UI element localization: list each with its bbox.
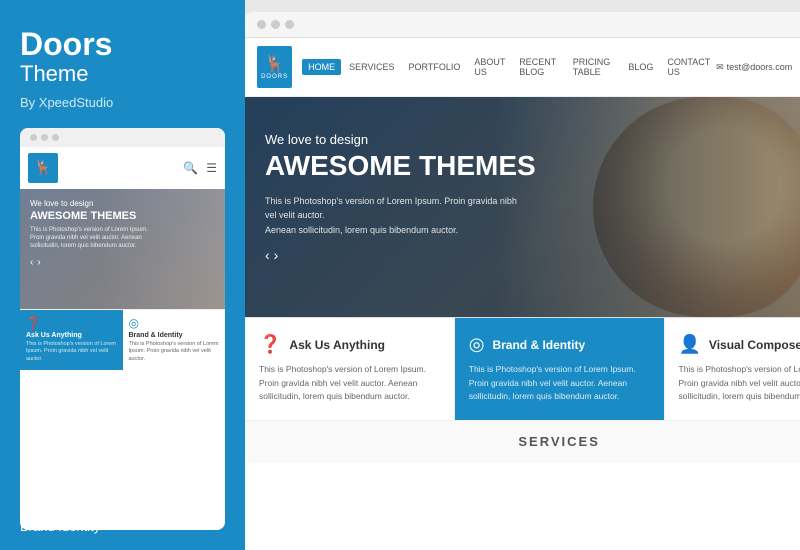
hero-prev-arrow[interactable]: ‹ — [265, 247, 270, 263]
main-nav-menu: HOME SERVICES PORTFOLIO ABOUT US RECENT … — [302, 54, 716, 80]
nav-item-services[interactable]: SERVICES — [343, 59, 400, 75]
card-desc-brand: This is Photoshop's version of Lorem Ips… — [469, 363, 650, 404]
mini-card-title-0: Ask Us Anything — [26, 332, 117, 339]
mini-logo: 🦌 — [28, 153, 58, 183]
main-card-header-0: ❓ Ask Us Anything — [259, 334, 440, 355]
nav-item-pricing[interactable]: PRICING TABLE — [567, 54, 621, 80]
main-hero-content: We love to design awesome THEMES This is… — [245, 97, 800, 298]
nav-item-blog2[interactable]: BLOG — [622, 59, 659, 75]
card-title-brand: Brand & Identity — [492, 338, 585, 352]
left-panel: Doors Theme By XpeedStudio 🦌 🔍 ☰ — [0, 0, 245, 550]
hero-arrows: ‹ › — [265, 247, 800, 263]
main-nav-right: ✉ test@doors.com 📞 (123) 456-7890 🔍 — [716, 52, 800, 82]
card-desc-visual: This is Photoshop's version of Lorem Ips… — [679, 363, 800, 404]
hero-desc-line2: Aenean sollicitudin, lorem quis bibendum… — [265, 225, 458, 235]
main-dot-3 — [285, 20, 294, 29]
card-title-ask: Ask Us Anything — [289, 338, 385, 352]
hero-small-text: We love to design — [265, 132, 800, 147]
main-card-visual: 👤 Visual Composer This is Photoshop's ve… — [665, 318, 800, 420]
brand-title: Doors — [20, 28, 225, 60]
main-logo-text: DOORS — [261, 74, 288, 80]
mini-browser-mockup: 🦌 🔍 ☰ We love to design awesome THEMES T… — [20, 128, 225, 530]
nav-item-contact[interactable]: CONTACT US — [661, 54, 716, 80]
card-desc-ask: This is Photoshop's version of Lorem Ips… — [259, 363, 440, 404]
mini-card-desc-0: This is Photoshop's version of Lorem Ips… — [26, 341, 117, 364]
brand-identity-label: Brand Identity — [20, 519, 100, 534]
services-label: SERVICES — [518, 434, 600, 449]
main-hero: We love to design awesome THEMES This is… — [245, 97, 800, 317]
mini-hero-arrows: ‹ › — [30, 257, 215, 268]
mini-browser-content: 🦌 🔍 ☰ We love to design awesome THEMES T… — [20, 147, 225, 530]
mini-dot-2 — [41, 134, 48, 141]
services-footer: SERVICES — [245, 420, 800, 463]
mini-dot-3 — [52, 134, 59, 141]
nav-item-about[interactable]: ABOUT US — [468, 54, 511, 80]
main-nav: 🦌 DOORS HOME SERVICES PORTFOLIO ABOUT US… — [245, 38, 800, 97]
hero-next-arrow[interactable]: › — [274, 247, 279, 263]
nav-item-blog[interactable]: RECENT BLOG — [513, 54, 565, 80]
brand-by: By XpeedStudio — [20, 95, 225, 110]
hero-big-text: awesome THEMES — [265, 151, 800, 182]
card-icon-brand: ◎ — [469, 334, 485, 355]
main-dot-1 — [257, 20, 266, 29]
card-title-visual: Visual Composer — [709, 338, 800, 352]
mini-card-0: ❓ Ask Us Anything This is Photoshop's ve… — [20, 309, 123, 370]
mini-card-desc-1: This is Photoshop's version of Lorem Ips… — [129, 341, 220, 364]
main-card-header-2: 👤 Visual Composer — [679, 334, 800, 355]
mini-next-arrow[interactable]: › — [37, 257, 40, 268]
mini-hero-big: awesome THEMES — [30, 210, 215, 222]
mini-search-icon: 🔍 — [183, 161, 198, 175]
nav-item-portfolio[interactable]: PORTFOLIO — [403, 59, 467, 75]
mini-card-1: ◎ Brand & Identity This is Photoshop's v… — [123, 309, 226, 370]
main-card-header-1: ◎ Brand & Identity — [469, 334, 650, 355]
main-browser: 🦌 DOORS HOME SERVICES PORTFOLIO ABOUT US… — [245, 12, 800, 550]
main-card-brand: ◎ Brand & Identity This is Photoshop's v… — [455, 318, 665, 420]
mini-hero-desc: This is Photoshop's version of Lorem Ips… — [30, 226, 150, 251]
nav-email: ✉ test@doors.com — [716, 62, 792, 73]
main-logo: 🦌 DOORS — [257, 46, 292, 88]
mini-card-icon-0: ❓ — [26, 316, 117, 330]
right-panel: 🦌 DOORS HOME SERVICES PORTFOLIO ABOUT US… — [245, 0, 800, 550]
mini-dot-1 — [30, 134, 37, 141]
mini-deer-icon: 🦌 — [34, 159, 51, 176]
mini-prev-arrow[interactable]: ‹ — [30, 257, 33, 268]
card-icon-ask: ❓ — [259, 334, 281, 355]
mini-card-title-1: Brand & Identity — [129, 332, 220, 339]
hero-desc: This is Photoshop's version of Lorem Ips… — [265, 194, 525, 237]
email-text: test@doors.com — [727, 62, 793, 72]
main-browser-bar — [245, 12, 800, 38]
mini-hero-small: We love to design — [30, 199, 215, 208]
mini-nav: 🦌 🔍 ☰ — [20, 147, 225, 189]
nav-item-home[interactable]: HOME — [302, 59, 341, 75]
main-deer-icon: 🦌 — [265, 54, 285, 74]
mini-hero: We love to design awesome THEMES This is… — [20, 189, 225, 309]
mini-card-icon-1: ◎ — [129, 316, 220, 330]
mini-menu-icon: ☰ — [206, 161, 217, 175]
main-card-ask: ❓ Ask Us Anything This is Photoshop's ve… — [245, 318, 455, 420]
hero-desc-line1: This is Photoshop's version of Lorem Ips… — [265, 196, 517, 220]
card-icon-visual: 👤 — [679, 334, 701, 355]
brand-subtitle: Theme — [20, 60, 225, 89]
mini-cards: ❓ Ask Us Anything This is Photoshop's ve… — [20, 309, 225, 370]
mini-browser-bar — [20, 128, 225, 147]
mini-nav-icons: 🔍 ☰ — [183, 161, 217, 175]
email-icon: ✉ — [716, 62, 724, 73]
main-cards: ❓ Ask Us Anything This is Photoshop's ve… — [245, 317, 800, 420]
main-dot-2 — [271, 20, 280, 29]
mini-hero-text: We love to design awesome THEMES This is… — [30, 199, 215, 251]
main-nav-left: 🦌 DOORS HOME SERVICES PORTFOLIO ABOUT US… — [257, 46, 716, 88]
